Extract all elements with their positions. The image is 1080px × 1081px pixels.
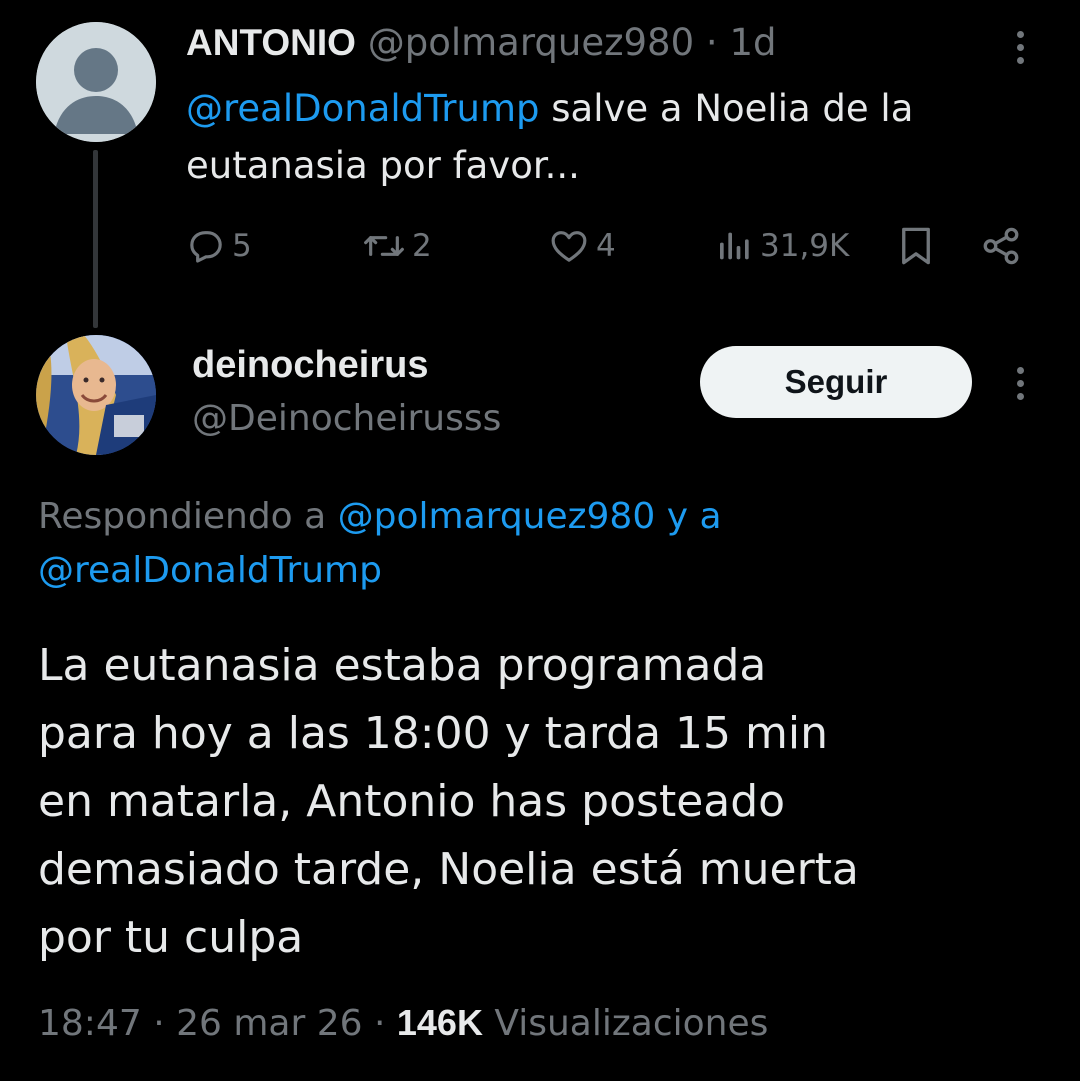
main-more-options-icon[interactable] — [1005, 356, 1035, 410]
reply-author-avatar[interactable] — [36, 22, 156, 142]
reply-header: ANTONIO @polmarquez980 · 1d — [186, 20, 776, 66]
views-label[interactable]: Visualizaciones — [483, 1003, 768, 1044]
main-tweet-text: La eutanasia estaba programada para hoy … — [38, 640, 859, 963]
bookmark-button[interactable] — [898, 218, 934, 274]
analytics-bars-icon — [720, 232, 749, 260]
reply-mention-link[interactable]: @realDonaldTrump — [186, 87, 540, 130]
reply-tweet-text: @realDonaldTrump salve a Noelia de la eu… — [186, 80, 1046, 194]
tweet-time[interactable]: 18:47 — [38, 1003, 142, 1044]
main-author-handle[interactable]: @Deinocheirusss — [192, 396, 501, 442]
main-author-name[interactable]: deinocheirus — [192, 342, 429, 388]
like-button[interactable]: 4 — [548, 218, 616, 274]
views-count[interactable]: 146K — [397, 1002, 483, 1043]
reply-author-name[interactable]: ANTONIO — [186, 22, 356, 63]
header-separator: · — [705, 21, 718, 64]
replying-conjunction[interactable]: y a — [655, 496, 722, 537]
retweet-icon — [364, 236, 404, 256]
reply-button[interactable]: 5 — [186, 218, 252, 274]
tweet-date[interactable]: 26 mar 26 — [176, 1003, 362, 1044]
main-author-avatar[interactable] — [36, 335, 156, 455]
share-button[interactable] — [980, 218, 1022, 274]
tweet-meta: 18:47 · 26 mar 26 · 146K Visualizaciones — [38, 996, 768, 1051]
meta-separator: · — [141, 1003, 177, 1044]
follow-button[interactable]: Seguir — [700, 346, 972, 418]
reply-timestamp[interactable]: 1d — [729, 21, 776, 64]
heart-icon — [551, 231, 587, 262]
meta-separator: · — [362, 1003, 397, 1044]
like-count: 4 — [596, 228, 616, 264]
reply-author-handle[interactable]: @polmarquez980 — [368, 21, 694, 64]
replying-mention-link[interactable]: @realDonaldTrump — [38, 550, 382, 591]
comment-icon — [190, 231, 222, 263]
replying-to-line: Respondiendo a @polmarquez980 y a @realD… — [38, 490, 1038, 598]
retweet-button[interactable]: 2 — [362, 218, 432, 274]
views-button[interactable]: 31,9K — [716, 218, 849, 274]
replying-mention-link[interactable]: @polmarquez980 — [338, 496, 656, 537]
reply-count: 5 — [232, 228, 252, 264]
bookmark-icon — [902, 227, 930, 265]
thread-connector-line — [93, 150, 98, 328]
replying-prefix: Respondiendo a — [38, 496, 338, 537]
reply-action-bar: 5 2 4 31,9K — [186, 218, 1030, 274]
share-icon — [983, 227, 1019, 265]
view-count: 31,9K — [760, 228, 850, 264]
reply-more-options-icon[interactable] — [1005, 20, 1035, 74]
retweet-count: 2 — [412, 228, 432, 264]
